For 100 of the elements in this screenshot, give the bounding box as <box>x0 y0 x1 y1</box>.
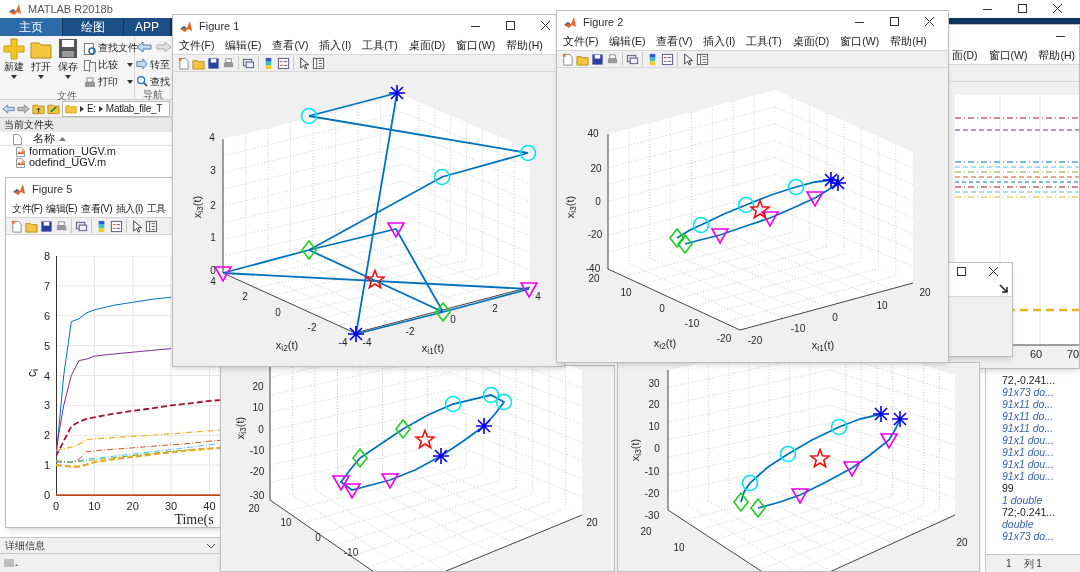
toolstrip-button[interactable]: 新建 <box>0 38 27 90</box>
save-icon[interactable] <box>40 219 53 233</box>
menu-item[interactable]: 窗口(W) <box>456 37 496 54</box>
save-icon[interactable] <box>207 56 220 70</box>
dock-arrow-icon[interactable] <box>998 283 1008 293</box>
tick-label: 0 <box>654 444 660 454</box>
tick-label: 20 <box>248 504 260 514</box>
menu-item[interactable]: 查看(V) <box>81 201 112 216</box>
menu-item[interactable]: 文件(F) <box>179 37 215 54</box>
search-icon[interactable] <box>136 75 148 87</box>
close-icon[interactable] <box>1051 3 1064 15</box>
up-folder-icon[interactable] <box>32 102 45 115</box>
details-bar[interactable]: 详细信息 <box>0 537 221 554</box>
tick-label: 0 <box>43 489 51 501</box>
windows-icon[interactable] <box>75 219 88 233</box>
file-name[interactable]: formation_UGV.m <box>29 146 117 157</box>
tick-label: 10 <box>620 288 632 298</box>
compare-icon[interactable] <box>83 58 96 72</box>
tab[interactable]: 绘图 <box>63 18 123 36</box>
menu-item[interactable]: 编辑(E) <box>46 201 78 216</box>
maximize-icon[interactable] <box>955 265 968 278</box>
panel-icon[interactable] <box>696 52 709 66</box>
chevron-icon[interactable] <box>97 104 104 113</box>
toolstrip-button[interactable]: 打开 <box>27 38 54 90</box>
tick-label: -2 <box>405 327 415 337</box>
new-file-icon[interactable] <box>561 52 574 66</box>
menu-item[interactable]: 插入(I) <box>319 37 352 54</box>
tab[interactable]: 主页 <box>0 18 62 36</box>
menu-item[interactable]: 桌面(D) <box>792 33 830 50</box>
caret-icon[interactable] <box>126 79 134 85</box>
menu-item[interactable]: 编辑(E) <box>225 37 262 54</box>
pointer-icon[interactable] <box>130 219 143 233</box>
pointer-icon[interactable] <box>297 56 310 70</box>
close-icon[interactable] <box>987 265 1000 278</box>
path-segment[interactable]: E: <box>87 101 96 116</box>
find-file-icon[interactable] <box>83 41 96 55</box>
path-segment[interactable]: Matlab_file_T <box>105 101 162 116</box>
toolstrip-button[interactable]: 比较 <box>98 57 118 73</box>
toolstrip-button[interactable]: 查找 <box>150 73 170 89</box>
new-file-icon[interactable] <box>177 56 190 70</box>
tab[interactable]: APP <box>124 18 170 36</box>
close-icon[interactable] <box>923 16 936 28</box>
toolstrip-button[interactable]: 保存 <box>54 38 81 90</box>
maximize-icon[interactable] <box>1016 3 1029 15</box>
back-arrow-icon[interactable] <box>2 102 15 115</box>
menu-item[interactable]: 工具(T) <box>362 37 398 54</box>
workspace-value: 91x11 do... <box>1001 398 1055 410</box>
legend-icon[interactable] <box>661 52 674 66</box>
tick-label: 20 <box>648 400 660 410</box>
new-file-icon[interactable] <box>10 219 23 233</box>
menu-item[interactable]: 查看(V) <box>656 33 693 50</box>
panel-icon[interactable] <box>145 219 158 233</box>
menu-item[interactable]: 帮助(H) <box>1038 47 1076 64</box>
menu-item[interactable]: 桌面(D) <box>408 37 446 54</box>
tick-label: -20 <box>747 336 763 346</box>
legend-icon[interactable] <box>110 219 123 233</box>
windows-icon[interactable] <box>626 52 639 66</box>
close-icon[interactable] <box>539 20 552 32</box>
chevron-icon[interactable] <box>79 104 85 113</box>
save-icon[interactable] <box>591 52 604 66</box>
toolstrip-button[interactable]: 查找文件 <box>98 40 138 56</box>
chevron-down-icon[interactable] <box>206 542 216 549</box>
menu-item[interactable]: 文件(F) <box>563 33 599 50</box>
browse-folder-icon[interactable] <box>47 102 60 115</box>
window-title: Figure 1 <box>199 18 240 34</box>
menu-item[interactable]: 工具(T) <box>746 33 782 50</box>
windows-icon[interactable] <box>242 56 255 70</box>
toolstrip-button[interactable]: 转至 <box>150 56 170 72</box>
tick-label: -4 <box>338 338 348 348</box>
printer-icon[interactable] <box>83 75 96 89</box>
sort-arrow-icon[interactable] <box>59 136 66 141</box>
maximize-icon[interactable] <box>504 20 517 32</box>
menu-item[interactable]: 窗口(W) <box>988 47 1028 64</box>
menu-item[interactable]: 查看(V) <box>272 37 309 54</box>
menu-item[interactable]: 编辑(E) <box>609 33 646 50</box>
tick-label: 20 <box>586 518 598 528</box>
back-arrow-icon[interactable] <box>136 41 152 53</box>
legend-icon[interactable] <box>277 56 290 70</box>
matlab-logo-icon <box>563 15 577 29</box>
workspace-value: 1 double <box>1001 494 1044 506</box>
tick-label: 10 <box>280 518 292 528</box>
pointer-icon[interactable] <box>681 52 694 66</box>
menu-item[interactable]: 文件(F) <box>12 201 43 216</box>
menu-item[interactable]: 插入(I) <box>703 33 736 50</box>
maximize-icon[interactable] <box>888 16 901 28</box>
address-bar[interactable]: E: Matlab_file_T <box>62 100 170 117</box>
panel-icon[interactable] <box>312 56 325 70</box>
menu-item[interactable]: 插入(I) <box>115 201 143 216</box>
file-name[interactable]: odefind_UGV.m <box>29 157 107 168</box>
caret-icon[interactable] <box>126 62 134 68</box>
menu-item[interactable]: 面(D) <box>952 47 978 64</box>
column-header[interactable]: 名称 <box>33 130 55 147</box>
workspace-value: 91x11 do... <box>1001 422 1055 434</box>
menu-item[interactable]: 窗口(W) <box>840 33 880 50</box>
menu-item[interactable]: 工具 <box>146 201 166 216</box>
menu-item[interactable]: 帮助(H) <box>890 33 927 50</box>
menu-item[interactable]: 帮助(H) <box>506 37 543 54</box>
tick-label: 4 <box>210 277 216 287</box>
tick-label: 0 <box>832 313 838 323</box>
toolstrip-button[interactable]: 打印 <box>98 74 118 90</box>
